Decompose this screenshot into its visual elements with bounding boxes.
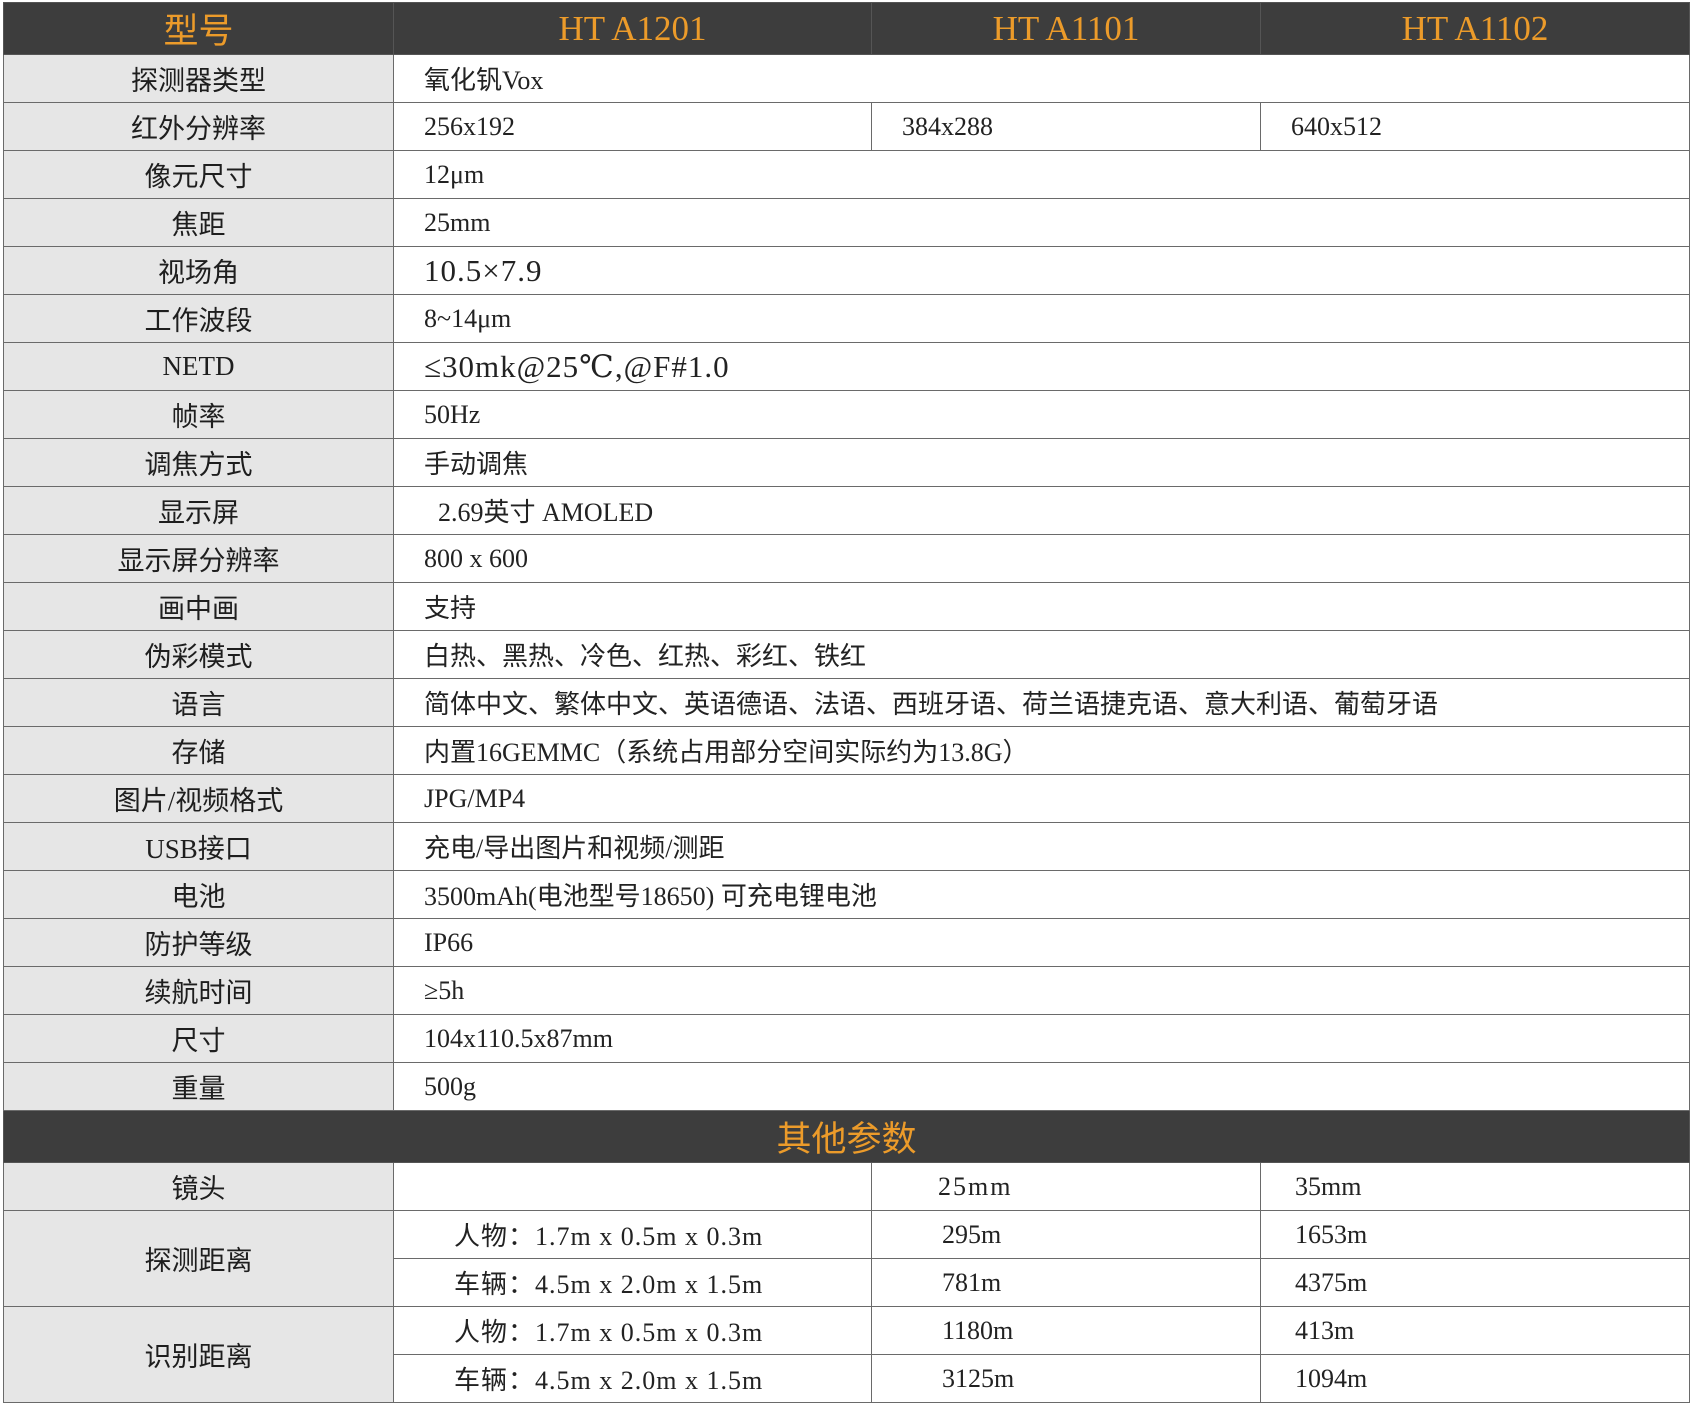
row-language: 语言 简体中文、繁体中文、英语德语、法语、西班牙语、荷兰语捷克语、意大利语、葡萄…: [3, 678, 1690, 727]
value-focal: 25mm: [393, 198, 1690, 247]
model-a1102: HT A1102: [1260, 2, 1690, 55]
label-focus: 调焦方式: [3, 438, 394, 487]
value-ip: IP66: [393, 918, 1690, 967]
row-recognition-person: 识别距离 人物：1.7m x 0.5m x 0.3m 1180m 413m: [3, 1306, 1690, 1403]
detection-person-35mm: 1653m: [1260, 1210, 1690, 1259]
label-format: 图片/视频格式: [3, 774, 394, 823]
value-lens-empty: [393, 1162, 872, 1211]
label-display-res: 显示屏分辨率: [3, 534, 394, 583]
row-focal: 焦距 25mm: [3, 198, 1690, 247]
label-pip: 画中画: [3, 582, 394, 631]
label-size: 尺寸: [3, 1014, 394, 1063]
row-fov: 视场角 10.5×7.9: [3, 246, 1690, 295]
spec-table: 型号 HT A1201 HT A1101 HT A1102 探测器类型 氧化钒V…: [3, 2, 1690, 1403]
row-endurance: 续航时间 ≥5h: [3, 966, 1690, 1015]
detection-vehicle-target: 车辆：4.5m x 2.0m x 1.5m: [393, 1258, 872, 1307]
detection-person-target: 人物：1.7m x 0.5m x 0.3m: [393, 1210, 872, 1259]
section-other-row: 其他参数: [3, 1110, 1690, 1163]
value-band: 8~14μm: [393, 294, 1690, 343]
label-endurance: 续航时间: [3, 966, 394, 1015]
label-weight: 重量: [3, 1062, 394, 1111]
value-display: 2.69英寸 AMOLED: [393, 486, 1690, 535]
value-storage: 内置16GEMMC（系统占用部分空间实际约为13.8G）: [393, 726, 1690, 775]
value-pip: 支持: [393, 582, 1690, 631]
row-usb: USB接口 充电/导出图片和视频/测距: [3, 822, 1690, 871]
label-ip: 防护等级: [3, 918, 394, 967]
row-battery: 电池 3500mAh(电池型号18650) 可充电锂电池: [3, 870, 1690, 919]
value-display-res: 800 x 600: [393, 534, 1690, 583]
value-pixel: 12μm: [393, 150, 1690, 199]
value-weight: 500g: [393, 1062, 1690, 1111]
label-usb: USB接口: [3, 822, 394, 871]
row-weight: 重量 500g: [3, 1062, 1690, 1111]
row-palette: 伪彩模式 白热、黑热、冷色、红热、彩红、铁红: [3, 630, 1690, 679]
detection-person-25mm: 295m: [871, 1210, 1261, 1259]
value-netd: ≤30mk@25℃,@F#1.0: [393, 342, 1690, 391]
label-language: 语言: [3, 678, 394, 727]
recognition-vehicle-25mm: 3125m: [871, 1354, 1261, 1403]
row-lens: 镜头 25mm 35mm: [3, 1162, 1690, 1211]
row-resolution: 红外分辨率 256x192 384x288 640x512: [3, 102, 1690, 151]
label-detector: 探测器类型: [3, 54, 394, 103]
recognition-person-35mm: 413m: [1260, 1306, 1690, 1355]
row-detection-person: 探测距离 人物：1.7m x 0.5m x 0.3m 295m 1653m: [3, 1210, 1690, 1307]
value-palette: 白热、黑热、冷色、红热、彩红、铁红: [393, 630, 1690, 679]
row-pixel: 像元尺寸 12μm: [3, 150, 1690, 199]
detection-vehicle-25mm: 781m: [871, 1258, 1261, 1307]
label-battery: 电池: [3, 870, 394, 919]
row-pip: 画中画 支持: [3, 582, 1690, 631]
header-row: 型号 HT A1201 HT A1101 HT A1102: [3, 2, 1690, 55]
value-resolution-a1201: 256x192: [393, 102, 872, 151]
row-storage: 存储 内置16GEMMC（系统占用部分空间实际约为13.8G）: [3, 726, 1690, 775]
value-battery: 3500mAh(电池型号18650) 可充电锂电池: [393, 870, 1690, 919]
row-size: 尺寸 104x110.5x87mm: [3, 1014, 1690, 1063]
label-display: 显示屏: [3, 486, 394, 535]
label-focal: 焦距: [3, 198, 394, 247]
value-resolution-a1102: 640x512: [1260, 102, 1690, 151]
label-netd: NETD: [3, 342, 394, 391]
value-size: 104x110.5x87mm: [393, 1014, 1690, 1063]
label-detection: 探测距离: [3, 1210, 394, 1307]
recognition-vehicle-target: 车辆：4.5m x 2.0m x 1.5m: [393, 1354, 872, 1403]
row-display: 显示屏 2.69英寸 AMOLED: [3, 486, 1690, 535]
value-framerate: 50Hz: [393, 390, 1690, 439]
label-band: 工作波段: [3, 294, 394, 343]
label-fov: 视场角: [3, 246, 394, 295]
model-a1101: HT A1101: [871, 2, 1261, 55]
label-resolution: 红外分辨率: [3, 102, 394, 151]
label-recognition: 识别距离: [3, 1306, 394, 1403]
value-resolution-a1101: 384x288: [871, 102, 1261, 151]
row-focus: 调焦方式 手动调焦: [3, 438, 1690, 487]
value-language: 简体中文、繁体中文、英语德语、法语、西班牙语、荷兰语捷克语、意大利语、葡萄牙语: [393, 678, 1690, 727]
detection-vehicle-35mm: 4375m: [1260, 1258, 1690, 1307]
label-storage: 存储: [3, 726, 394, 775]
recognition-vehicle-35mm: 1094m: [1260, 1354, 1690, 1403]
row-netd: NETD ≤30mk@25℃,@F#1.0: [3, 342, 1690, 391]
label-palette: 伪彩模式: [3, 630, 394, 679]
value-detector: 氧化钒Vox: [393, 54, 1690, 103]
label-lens: 镜头: [3, 1162, 394, 1211]
value-endurance: ≥5h: [393, 966, 1690, 1015]
row-ip: 防护等级 IP66: [3, 918, 1690, 967]
value-lens-35mm: 35mm: [1260, 1162, 1690, 1211]
label-framerate: 帧率: [3, 390, 394, 439]
row-display-res: 显示屏分辨率 800 x 600: [3, 534, 1690, 583]
row-band: 工作波段 8~14μm: [3, 294, 1690, 343]
row-format: 图片/视频格式 JPG/MP4: [3, 774, 1690, 823]
spec-sheet: 型号 HT A1201 HT A1101 HT A1102 探测器类型 氧化钒V…: [3, 2, 1690, 1403]
value-format: JPG/MP4: [393, 774, 1690, 823]
section-other-title: 其他参数: [3, 1110, 1690, 1163]
value-lens-25mm: 25mm: [871, 1162, 1261, 1211]
model-label: 型号: [3, 2, 394, 55]
row-detector: 探测器类型 氧化钒Vox: [3, 54, 1690, 103]
value-usb: 充电/导出图片和视频/测距: [393, 822, 1690, 871]
recognition-person-target: 人物：1.7m x 0.5m x 0.3m: [393, 1306, 872, 1355]
recognition-person-25mm: 1180m: [871, 1306, 1261, 1355]
model-a1201: HT A1201: [393, 2, 872, 55]
row-framerate: 帧率 50Hz: [3, 390, 1690, 439]
value-fov: 10.5×7.9: [393, 246, 1690, 295]
value-focus: 手动调焦: [393, 438, 1690, 487]
label-pixel: 像元尺寸: [3, 150, 394, 199]
